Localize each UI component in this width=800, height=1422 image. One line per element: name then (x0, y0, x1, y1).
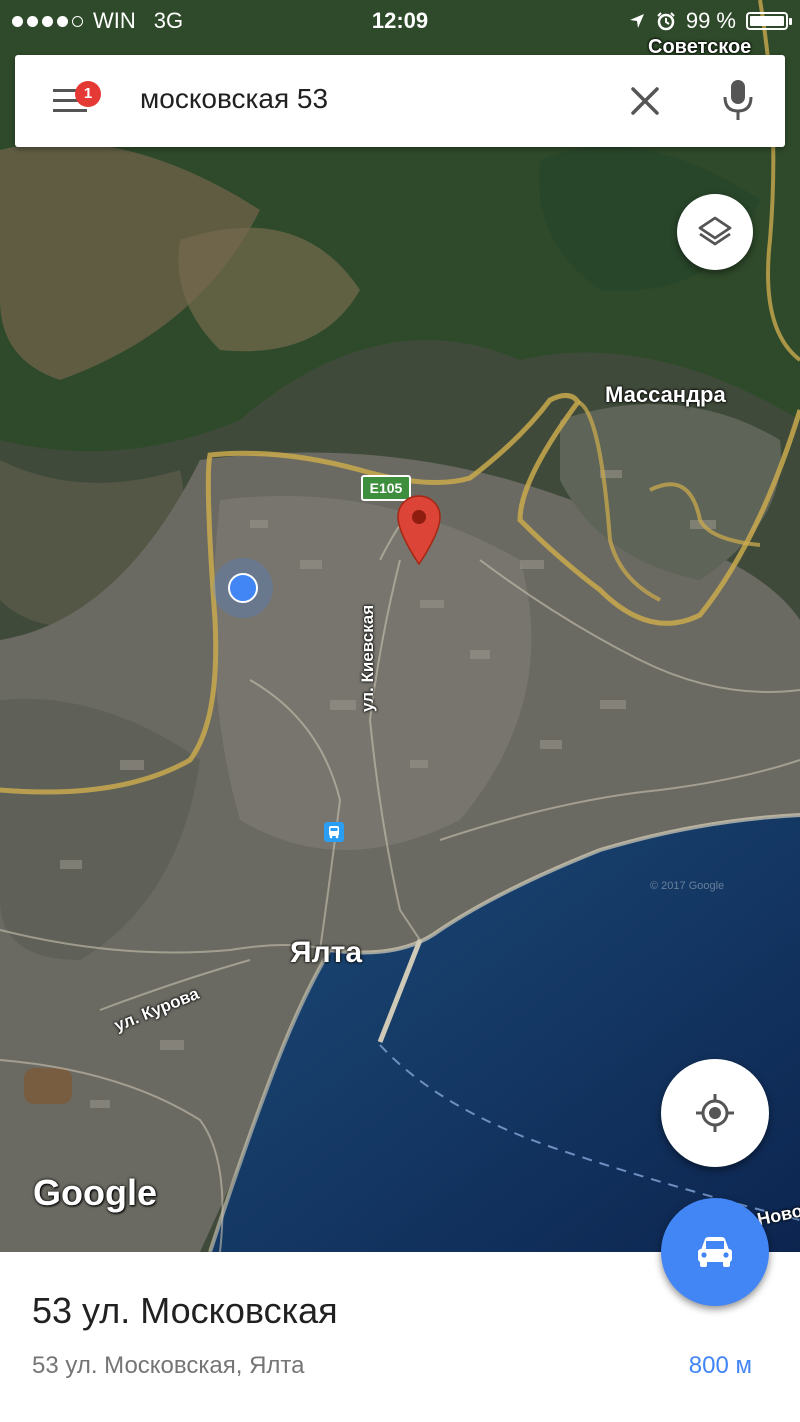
status-right: 99 % (628, 8, 792, 34)
search-bar[interactable]: 1 московская 53 (15, 55, 785, 147)
google-logo: Google (33, 1172, 157, 1213)
map-copyright-text: © 2017 Google (650, 880, 725, 892)
bus-stop-icon[interactable] (324, 822, 344, 842)
current-location-dot (213, 558, 273, 618)
my-location-button[interactable] (661, 1059, 769, 1167)
directions-button[interactable] (661, 1198, 769, 1306)
close-icon (631, 87, 659, 115)
place-title: 53 ул. Московская (32, 1290, 338, 1331)
status-bar: WIN 3G 12:09 99 % (0, 0, 800, 40)
map-label-yalta: Ялта (290, 936, 362, 969)
map-label-massandra: Массандра (605, 382, 726, 407)
place-distance: 800 м (688, 1352, 752, 1379)
satellite-map[interactable]: Советское Массандра Ялта ул. Киевская ул… (0, 0, 800, 1252)
search-input[interactable]: московская 53 (140, 83, 328, 115)
battery-icon (746, 12, 792, 30)
microphone-icon (723, 80, 753, 120)
notification-badge: 1 (75, 81, 101, 107)
current-location-core (228, 573, 258, 603)
my-location-icon (696, 1094, 734, 1132)
location-arrow-icon (629, 14, 644, 28)
voice-search-button[interactable] (720, 77, 756, 123)
car-icon (698, 1237, 732, 1267)
clear-search-button[interactable] (625, 81, 665, 121)
place-address: 53 ул. Московская, Ялта (32, 1352, 305, 1379)
layers-icon (698, 216, 732, 246)
map-copyright: © 2017 Google (650, 880, 724, 892)
battery-fill (750, 16, 784, 26)
map-label-kievskaya: ул. Киевская (358, 604, 377, 712)
alarm-icon (657, 12, 675, 31)
battery-percent: 99 % (685, 8, 736, 33)
place-marker-pin[interactable] (396, 494, 442, 566)
layers-button[interactable] (677, 194, 753, 270)
